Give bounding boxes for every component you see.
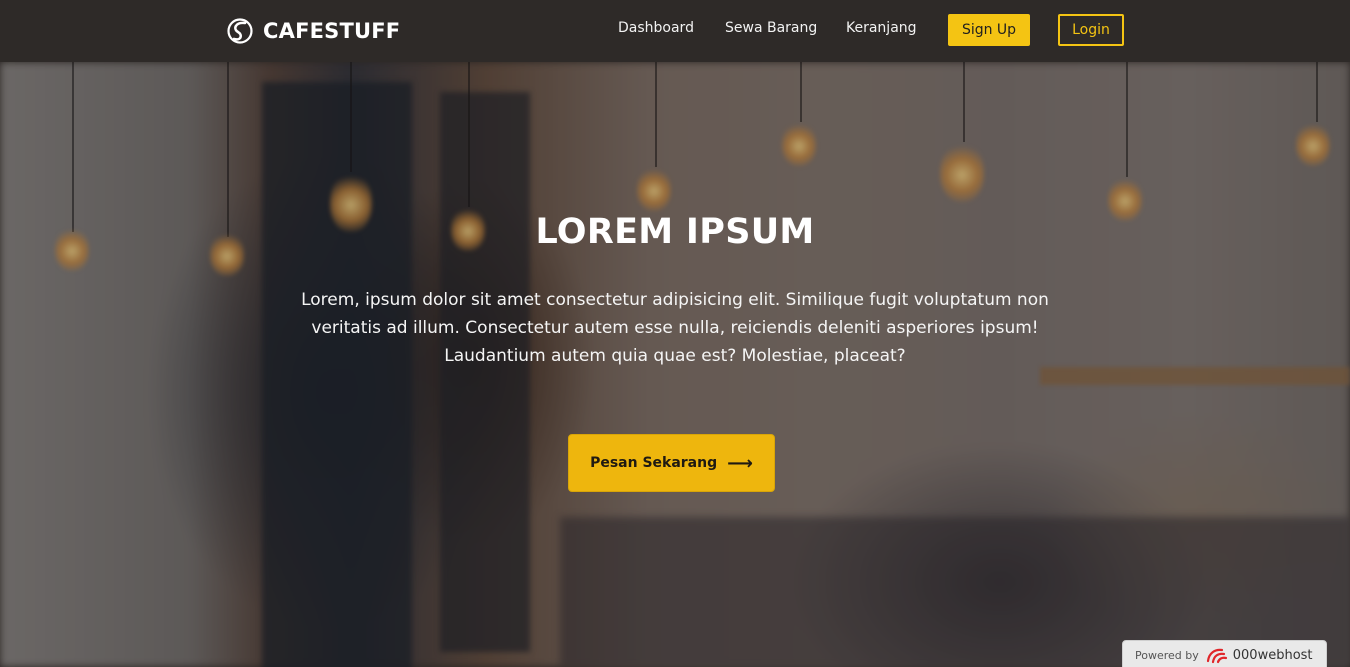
hero-section: LOREM IPSUM Lorem, ipsum dolor sit amet … bbox=[0, 62, 1350, 667]
powered-by-brand: 000webhost bbox=[1232, 647, 1313, 663]
navbar: CAFESTUFF Dashboard Sewa Barang Keranjan… bbox=[0, 0, 1350, 62]
order-now-button[interactable]: Pesan Sekarang ⟶ bbox=[568, 434, 775, 492]
powered-by-badge[interactable]: Powered by 000webhost bbox=[1122, 640, 1327, 667]
hero-description: Lorem, ipsum dolor sit amet consectetur … bbox=[301, 290, 1049, 366]
nav-link-dashboard[interactable]: Dashboard bbox=[618, 20, 694, 36]
cafestuff-logo-icon bbox=[227, 18, 253, 44]
brand-logo[interactable]: CAFESTUFF bbox=[227, 15, 400, 47]
powered-by-label: Powered by bbox=[1135, 648, 1199, 662]
nav-link-sewa-barang[interactable]: Sewa Barang bbox=[725, 20, 817, 36]
nav-link-keranjang[interactable]: Keranjang bbox=[846, 20, 917, 36]
signup-button[interactable]: Sign Up bbox=[948, 14, 1030, 46]
page: LOREM IPSUM Lorem, ipsum dolor sit amet … bbox=[0, 0, 1350, 667]
arrow-right-icon: ⟶ bbox=[727, 452, 753, 474]
order-now-label: Pesan Sekarang bbox=[590, 455, 718, 471]
hero-title: LOREM IPSUM bbox=[535, 212, 815, 252]
brand-name: CAFESTUFF bbox=[263, 19, 401, 43]
login-button[interactable]: Login bbox=[1058, 14, 1124, 46]
000webhost-logo-icon bbox=[1206, 648, 1227, 664]
